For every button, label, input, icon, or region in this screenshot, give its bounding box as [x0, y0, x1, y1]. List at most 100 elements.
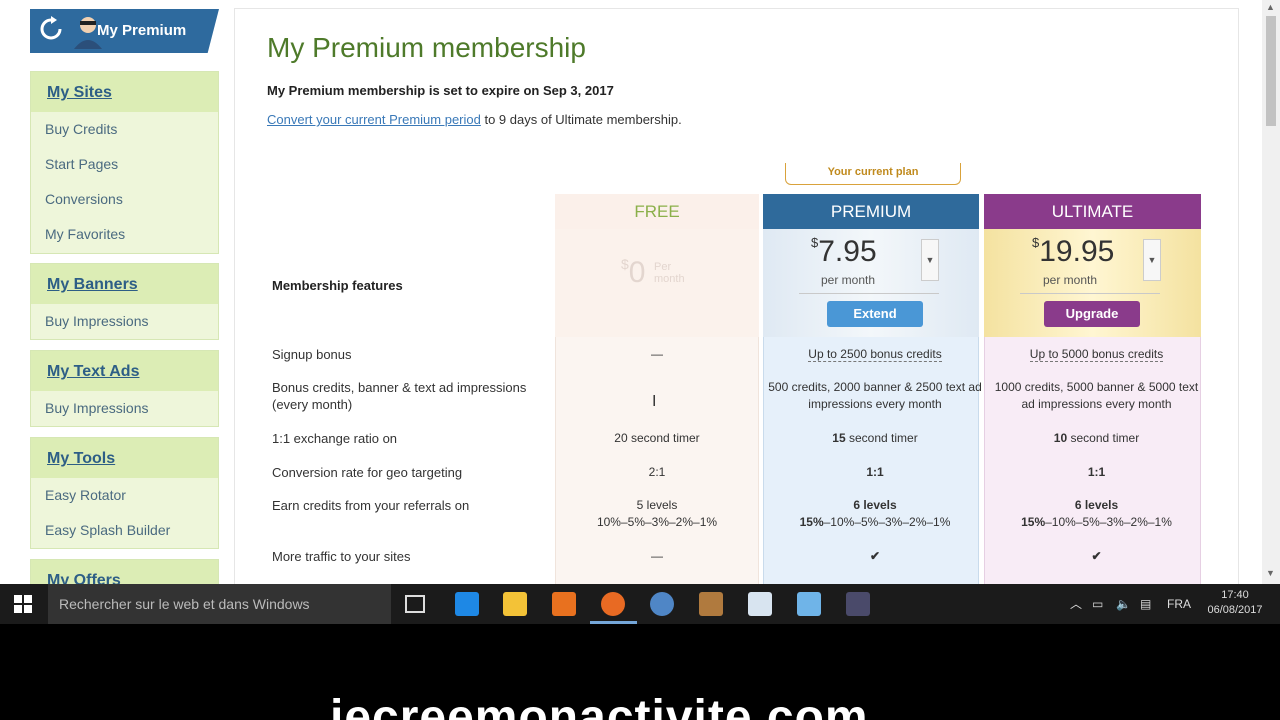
sidebar-item-conversions[interactable]: Conversions: [31, 182, 218, 217]
sidebar: My Premium My Sites Buy Credits Start Pa…: [0, 0, 232, 584]
refresh-icon: [40, 16, 62, 40]
sidebar-item-buy-impressions-banners[interactable]: Buy Impressions: [31, 304, 218, 339]
free-currency: $: [621, 256, 629, 272]
convert-premium-link[interactable]: Convert your current Premium period: [267, 112, 481, 127]
convert-line: Convert your current Premium period to 9…: [267, 112, 682, 127]
chevron-down-icon: ▼: [1147, 255, 1157, 265]
extend-button[interactable]: Extend: [827, 301, 923, 327]
edge-browser-icon[interactable]: [455, 592, 479, 616]
ultimate-value: 1000 credits, 5000 banner & 5000 text ad…: [994, 380, 1199, 411]
premium-period-dropdown[interactable]: ▼: [921, 239, 939, 281]
scroll-up-icon[interactable]: ▲: [1266, 2, 1275, 12]
membership-features-title: Membership features: [272, 278, 403, 293]
network-icon[interactable]: ▭: [1092, 584, 1103, 624]
clock-date: 06/08/2017: [1207, 604, 1263, 616]
sidebar-heading-my-sites[interactable]: My Sites: [31, 72, 218, 112]
scrollbar-thumb[interactable]: [1266, 16, 1276, 126]
ultimate-value: 6 levels 15%–10%–5%–3%–2%–1%: [988, 497, 1205, 531]
sidebar-item-easy-rotator[interactable]: Easy Rotator: [31, 478, 218, 513]
notification-icon[interactable]: ▤: [1140, 584, 1151, 624]
upgrade-button[interactable]: Upgrade: [1044, 301, 1140, 327]
main-panel: My Premium membership My Premium members…: [234, 8, 1239, 584]
document-app-icon[interactable]: [748, 592, 772, 616]
media-app-icon[interactable]: [846, 592, 870, 616]
sidebar-group-my-sites: My Sites Buy Credits Start Pages Convers…: [30, 71, 219, 254]
ultimate-referral-first-rate: 15%: [1021, 515, 1046, 529]
clock-time: 17:40: [1221, 589, 1249, 601]
ultimate-signup-bonus[interactable]: Up to 5000 bonus credits: [1029, 347, 1164, 362]
premium-signup-bonus[interactable]: Up to 2500 bonus credits: [808, 347, 942, 362]
scroll-down-icon[interactable]: ▼: [1266, 568, 1275, 578]
globe-app-icon[interactable]: [650, 592, 674, 616]
premium-per-month: per month: [821, 273, 876, 287]
sidebar-item-buy-impressions-text-ads[interactable]: Buy Impressions: [31, 391, 218, 426]
ultimate-value: 10 second timer: [988, 430, 1205, 447]
sidebar-heading-my-banners[interactable]: My Banners: [31, 264, 218, 304]
premium-value: 6 levels 15%–10%–5%–3%–2%–1%: [767, 497, 983, 531]
ultimate-period-dropdown[interactable]: ▼: [1143, 239, 1161, 281]
ultimate-price-block: $19.95 per month ▼ Upgrade: [984, 229, 1201, 337]
firefox-icon[interactable]: [601, 592, 625, 616]
sidebar-heading-my-tools[interactable]: My Tools: [31, 438, 218, 478]
sidebar-group-my-offers: My Offers: [30, 559, 219, 584]
feature-label: Signup bonus: [272, 347, 352, 362]
free-value: —: [651, 347, 663, 361]
ultimate-amount: 19.95: [1039, 235, 1115, 268]
free-amount: 0: [628, 256, 646, 289]
free-value: —: [651, 549, 663, 563]
windows-start-icon[interactable]: [14, 595, 32, 613]
premium-plan-header: PREMIUM: [763, 194, 979, 229]
sidebar-item-buy-credits[interactable]: Buy Credits: [31, 112, 218, 147]
file-explorer-icon[interactable]: [503, 592, 527, 616]
sidebar-group-my-banners: My Banners Buy Impressions: [30, 263, 219, 340]
taskbar-clock[interactable]: 17:40 06/08/2017: [1200, 588, 1270, 618]
free-price-block: $0 Per month: [555, 229, 759, 337]
premium-referral-rates: 15%–10%–5%–3%–2%–1%: [767, 514, 983, 531]
sidebar-heading-my-text-ads[interactable]: My Text Ads: [31, 351, 218, 391]
ultimate-referral-levels: 6 levels: [1074, 498, 1119, 512]
premium-timer-seconds: 15: [832, 431, 846, 445]
chevron-down-icon: ▼: [925, 255, 935, 265]
premium-value: 500 credits, 2000 banner & 2500 text ad …: [768, 380, 982, 411]
ultimate-price-divider: [1020, 293, 1160, 294]
vertical-scrollbar[interactable]: ▲ ▼: [1262, 0, 1280, 584]
media-player-icon[interactable]: [552, 592, 576, 616]
input-language[interactable]: FRA: [1167, 584, 1191, 624]
sidebar-item-easy-splash-builder[interactable]: Easy Splash Builder: [31, 513, 218, 548]
feature-label: Bonus credits, banner & text ad impressi…: [272, 380, 527, 412]
check-icon: ✔: [1091, 549, 1102, 563]
sidebar-item-my-favorites[interactable]: My Favorites: [31, 217, 218, 252]
free-value: 2:1: [648, 465, 666, 479]
premium-value: 1:1: [866, 465, 884, 479]
premium-price-block: $7.95 per month ▼ Extend: [763, 229, 979, 337]
sidebar-heading-my-offers[interactable]: My Offers: [31, 560, 218, 584]
sidebar-group-my-text-ads: My Text Ads Buy Impressions: [30, 350, 219, 427]
premium-amount: 7.95: [818, 235, 877, 268]
expiry-notice: My Premium membership is set to expire o…: [267, 83, 614, 98]
free-per-month: Per month: [654, 261, 685, 285]
premium-referral-other-rates: –10%–5%–3%–2%–1%: [823, 515, 951, 529]
notes-app-icon[interactable]: [797, 592, 821, 616]
volume-icon[interactable]: 🔈: [1116, 584, 1131, 624]
feature-label: 1:1 exchange ratio on: [272, 431, 398, 446]
feature-label: More traffic to your sites: [272, 549, 411, 564]
text-cursor-icon: I: [652, 393, 657, 410]
show-hidden-icons-icon[interactable]: ︿: [1070, 584, 1082, 624]
ultimate-per-month: per month: [1043, 273, 1098, 287]
premium-value: Up to 2500 bonus credits: [767, 346, 983, 363]
ultimate-timer-seconds: 10: [1053, 431, 1068, 445]
ultimate-value: 1:1: [1087, 465, 1106, 479]
check-icon: ✔: [869, 549, 881, 563]
ultimate-price: $19.95: [1032, 235, 1114, 269]
brand-label: My Premium: [97, 22, 187, 39]
ultimate-plan-header: ULTIMATE: [984, 194, 1201, 229]
package-app-icon[interactable]: [699, 592, 723, 616]
my-premium-banner[interactable]: My Premium: [30, 9, 219, 53]
task-view-icon[interactable]: [405, 595, 425, 613]
free-value: 20 second timer: [614, 431, 700, 445]
ultimate-referral-other-rates: –10%–5%–3%–2%–1%: [1045, 515, 1172, 529]
ultimate-value: Up to 5000 bonus credits: [988, 346, 1205, 363]
feature-label: Earn credits from your referrals on: [272, 498, 470, 513]
taskbar-search-input[interactable]: Rechercher sur le web et dans Windows: [48, 584, 391, 624]
sidebar-item-start-pages[interactable]: Start Pages: [31, 147, 218, 182]
